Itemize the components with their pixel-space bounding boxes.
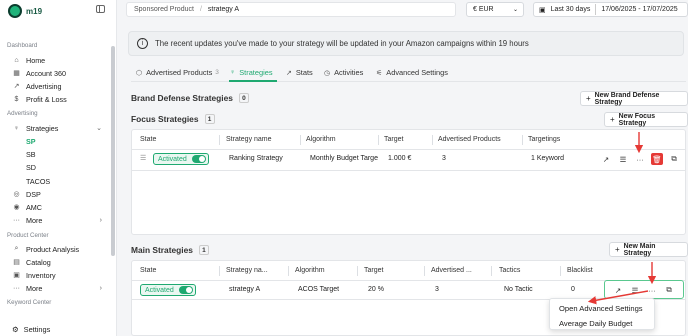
arrow-annotation bbox=[587, 290, 649, 305]
app-root: m19 Dashboard ⌂ Home ▦ Account 360 ↗ Advert… bbox=[0, 0, 688, 336]
annotation-arrows bbox=[587, 132, 657, 305]
